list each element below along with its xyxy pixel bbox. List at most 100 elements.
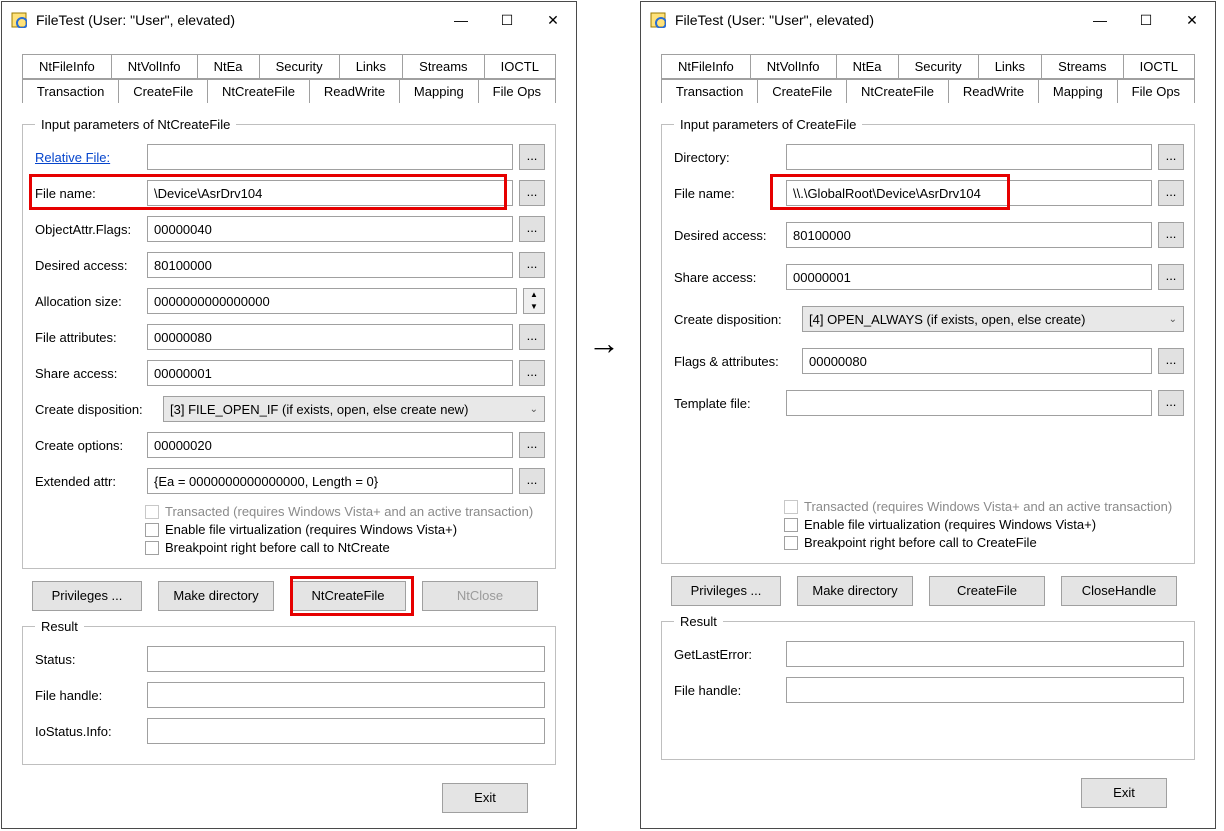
tab-streams[interactable]: Streams bbox=[1042, 54, 1124, 79]
checkbox-virtualization[interactable]: Enable file virtualization (requires Win… bbox=[784, 517, 1184, 532]
privileges-button[interactable]: Privileges ... bbox=[32, 581, 142, 611]
flags-attributes-input[interactable]: 00000080 bbox=[802, 348, 1152, 374]
tab-ioctl[interactable]: IOCTL bbox=[1124, 54, 1195, 79]
tab-links[interactable]: Links bbox=[340, 54, 403, 79]
result-legend: Result bbox=[35, 619, 84, 634]
close-button[interactable]: ✕ bbox=[530, 5, 576, 35]
file-name-browse[interactable]: ... bbox=[1158, 180, 1184, 206]
minimize-button[interactable]: — bbox=[1077, 5, 1123, 35]
tab-fileops[interactable]: File Ops bbox=[1118, 79, 1195, 103]
close-button[interactable]: ✕ bbox=[1169, 5, 1215, 35]
desired-access-browse[interactable]: ... bbox=[519, 252, 545, 278]
tab-security[interactable]: Security bbox=[899, 54, 979, 79]
tab-ntea[interactable]: NtEa bbox=[837, 54, 899, 79]
tab-ioctl[interactable]: IOCTL bbox=[485, 54, 556, 79]
tab-ntea[interactable]: NtEa bbox=[198, 54, 260, 79]
make-directory-button[interactable]: Make directory bbox=[158, 581, 274, 611]
desired-access-label: Desired access: bbox=[35, 258, 147, 273]
tab-ntvolinfo[interactable]: NtVolInfo bbox=[112, 54, 198, 79]
maximize-button[interactable]: ☐ bbox=[484, 5, 530, 35]
directory-browse[interactable]: ... bbox=[1158, 144, 1184, 170]
titlebar[interactable]: FileTest (User: "User", elevated) — ☐ ✕ bbox=[2, 2, 576, 38]
input-params-legend: Input parameters of CreateFile bbox=[674, 117, 862, 132]
file-attributes-label: File attributes: bbox=[35, 330, 147, 345]
template-file-browse[interactable]: ... bbox=[1158, 390, 1184, 416]
tab-ntcreatefile[interactable]: NtCreateFile bbox=[847, 79, 949, 103]
tab-ntfileinfo[interactable]: NtFileInfo bbox=[661, 54, 751, 79]
create-options-input[interactable]: 00000020 bbox=[147, 432, 513, 458]
create-options-label: Create options: bbox=[35, 438, 147, 453]
template-file-input[interactable] bbox=[786, 390, 1152, 416]
file-name-input[interactable]: \\.\GlobalRoot\Device\AsrDrv104 bbox=[786, 180, 1152, 206]
relative-file-input[interactable] bbox=[147, 144, 513, 170]
create-options-browse[interactable]: ... bbox=[519, 432, 545, 458]
exit-button[interactable]: Exit bbox=[442, 783, 528, 813]
extended-attr-input[interactable]: {Ea = 0000000000000000, Length = 0} bbox=[147, 468, 513, 494]
file-name-input[interactable]: \Device\AsrDrv104 bbox=[147, 180, 513, 206]
tab-links[interactable]: Links bbox=[979, 54, 1042, 79]
tab-mapping[interactable]: Mapping bbox=[1039, 79, 1118, 103]
relative-file-browse[interactable]: ... bbox=[519, 144, 545, 170]
allocation-size-input[interactable]: 0000000000000000 bbox=[147, 288, 517, 314]
make-directory-button[interactable]: Make directory bbox=[797, 576, 913, 606]
extended-attr-browse[interactable]: ... bbox=[519, 468, 545, 494]
tab-readwrite[interactable]: ReadWrite bbox=[949, 79, 1039, 103]
desired-access-label: Desired access: bbox=[674, 228, 786, 243]
privileges-button[interactable]: Privileges ... bbox=[671, 576, 781, 606]
getlasterror-label: GetLastError: bbox=[674, 647, 786, 662]
maximize-button[interactable]: ☐ bbox=[1123, 5, 1169, 35]
file-handle-label: File handle: bbox=[674, 683, 786, 698]
file-attributes-browse[interactable]: ... bbox=[519, 324, 545, 350]
share-access-browse[interactable]: ... bbox=[519, 360, 545, 386]
relative-file-label[interactable]: Relative File: bbox=[35, 150, 147, 165]
object-flags-input[interactable]: 00000040 bbox=[147, 216, 513, 242]
allocation-size-stepper[interactable]: ▲▼ bbox=[523, 288, 545, 314]
tab-readwrite[interactable]: ReadWrite bbox=[310, 79, 400, 103]
chevron-down-icon: ⌄ bbox=[530, 404, 538, 415]
createfile-button[interactable]: CreateFile bbox=[929, 576, 1045, 606]
ntclose-button[interactable]: NtClose bbox=[422, 581, 538, 611]
desired-access-browse[interactable]: ... bbox=[1158, 222, 1184, 248]
tab-fileops[interactable]: File Ops bbox=[479, 79, 556, 103]
create-disposition-select[interactable]: [3] FILE_OPEN_IF (if exists, open, else … bbox=[163, 396, 545, 422]
desired-access-input[interactable]: 80100000 bbox=[786, 222, 1152, 248]
tab-createfile[interactable]: CreateFile bbox=[758, 79, 847, 103]
directory-input[interactable] bbox=[786, 144, 1152, 170]
tab-mapping[interactable]: Mapping bbox=[400, 79, 479, 103]
tab-createfile[interactable]: CreateFile bbox=[119, 79, 208, 103]
file-handle-label: File handle: bbox=[35, 688, 147, 703]
arrow-icon: → bbox=[588, 325, 620, 362]
titlebar[interactable]: FileTest (User: "User", elevated) — ☐ ✕ bbox=[641, 2, 1215, 38]
getlasterror-field bbox=[786, 641, 1184, 667]
minimize-button[interactable]: — bbox=[438, 5, 484, 35]
exit-button[interactable]: Exit bbox=[1081, 778, 1167, 808]
tabs-row-2: Transaction CreateFile NtCreateFile Read… bbox=[2, 79, 576, 103]
tab-ntfileinfo[interactable]: NtFileInfo bbox=[22, 54, 112, 79]
share-access-input[interactable]: 00000001 bbox=[147, 360, 513, 386]
checkbox-breakpoint[interactable]: Breakpoint right before call to CreateFi… bbox=[784, 535, 1184, 550]
ntcreatefile-button[interactable]: NtCreateFile bbox=[290, 581, 406, 611]
share-access-browse[interactable]: ... bbox=[1158, 264, 1184, 290]
tab-streams[interactable]: Streams bbox=[403, 54, 485, 79]
share-access-input[interactable]: 00000001 bbox=[786, 264, 1152, 290]
flags-attributes-browse[interactable]: ... bbox=[1158, 348, 1184, 374]
share-access-label: Share access: bbox=[674, 270, 786, 285]
tab-transaction[interactable]: Transaction bbox=[22, 79, 119, 103]
tab-transaction[interactable]: Transaction bbox=[661, 79, 758, 103]
tabs-row-2: Transaction CreateFile NtCreateFile Read… bbox=[641, 79, 1215, 103]
closehandle-button[interactable]: CloseHandle bbox=[1061, 576, 1177, 606]
tab-ntvolinfo[interactable]: NtVolInfo bbox=[751, 54, 837, 79]
extended-attr-label: Extended attr: bbox=[35, 474, 147, 489]
checkbox-virtualization[interactable]: Enable file virtualization (requires Win… bbox=[145, 522, 545, 537]
file-name-browse[interactable]: ... bbox=[519, 180, 545, 206]
checkbox-breakpoint[interactable]: Breakpoint right before call to NtCreate bbox=[145, 540, 545, 555]
object-flags-browse[interactable]: ... bbox=[519, 216, 545, 242]
create-disposition-label: Create disposition: bbox=[674, 312, 802, 327]
desired-access-input[interactable]: 80100000 bbox=[147, 252, 513, 278]
tab-security[interactable]: Security bbox=[260, 54, 340, 79]
create-disposition-select[interactable]: [4] OPEN_ALWAYS (if exists, open, else c… bbox=[802, 306, 1184, 332]
result-legend: Result bbox=[674, 614, 723, 629]
file-attributes-input[interactable]: 00000080 bbox=[147, 324, 513, 350]
create-disposition-value: [3] FILE_OPEN_IF (if exists, open, else … bbox=[170, 402, 468, 417]
tab-ntcreatefile[interactable]: NtCreateFile bbox=[208, 79, 310, 103]
